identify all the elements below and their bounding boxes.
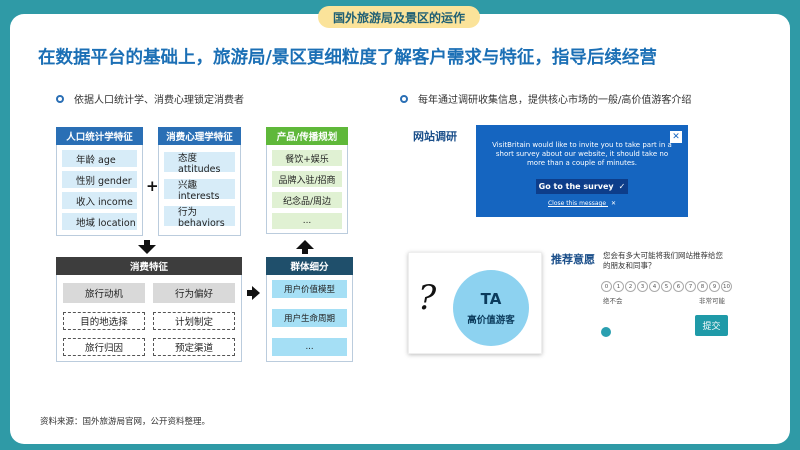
survey-popup: ✕ VisitBritain would like to invite you … — [476, 125, 688, 217]
consumption-item: 计划制定 — [153, 312, 235, 330]
ta-label: TA — [480, 290, 502, 308]
source-note: 资料来源：国外旅游局官网，公开资料整理。 — [40, 417, 211, 427]
arrow-right-icon — [252, 286, 260, 300]
right-bullet-text: 每年通过调研收集信息，提供核心市场的一般/高价值游客介绍 — [418, 95, 692, 106]
demographics-item: 年龄 age — [62, 150, 137, 167]
up-arrow-stem — [302, 249, 308, 254]
segmentation-item: 用户价值模型 — [272, 280, 347, 298]
consumption-title: 消费特征 — [56, 257, 242, 275]
rating-scale: 0 1 2 3 4 5 6 7 8 9 10 — [601, 281, 733, 292]
rating-option[interactable]: 9 — [709, 281, 720, 292]
rating-option[interactable]: 10 — [721, 281, 732, 292]
consumption-item: 旅行动机 — [63, 283, 145, 303]
consumption-item: 行为偏好 — [153, 283, 235, 303]
segmentation-item: ... — [272, 338, 347, 356]
demographics-title: 人口统计学特征 — [56, 127, 143, 145]
left-bullet: 依据人口统计学、消费心理锁定消费者 — [56, 91, 244, 106]
rating-option[interactable]: 1 — [613, 281, 624, 292]
check-icon: ✓ — [618, 182, 626, 191]
rating-option[interactable]: 6 — [673, 281, 684, 292]
rating-option[interactable]: 5 — [661, 281, 672, 292]
left-bullet-text: 依据人口统计学、消费心理锁定消费者 — [74, 95, 244, 106]
scale-low-label: 绝不会 — [603, 297, 623, 305]
submit-button[interactable]: 提交 — [695, 315, 728, 336]
rating-option[interactable]: 3 — [637, 281, 648, 292]
bullet-circle-icon — [400, 94, 408, 103]
rating-option[interactable]: 4 — [649, 281, 660, 292]
segmentation-item: 用户生命周期 — [272, 309, 347, 327]
arrow-up-icon — [296, 240, 314, 249]
rating-option[interactable]: 2 — [625, 281, 636, 292]
psychology-item: 行为 behaviors — [164, 206, 235, 229]
consumption-item: 预定渠道 — [153, 338, 235, 356]
question-mark: ? — [418, 278, 437, 318]
scale-high-label: 非常可能 — [699, 297, 725, 305]
recommend-question: 您会有多大可能将我们网站推荐给您的朋友和同事？ — [603, 251, 723, 270]
psychology-item: 兴趣 interests — [164, 179, 235, 202]
products-title: 产品/传播规划 — [266, 127, 348, 145]
products-item: ... — [272, 213, 342, 229]
demographics-item: 地域 location — [62, 213, 137, 230]
survey-text: VisitBritain would like to invite you to… — [492, 141, 672, 167]
consumption-item: 目的地选择 — [63, 312, 145, 330]
demographics-item: 性别 gender — [62, 171, 137, 188]
bullet-circle-icon — [56, 94, 64, 103]
rating-option[interactable]: 7 — [685, 281, 696, 292]
products-item: 纪念品/周边 — [272, 192, 342, 208]
close-message-label: Close this message — [547, 200, 607, 207]
close-message-link[interactable]: Close this message ✕ — [476, 200, 688, 207]
psychology-item: 态度 attitudes — [164, 152, 235, 175]
plus-sign: + — [146, 177, 159, 195]
logo-icon — [601, 327, 611, 337]
page-title: 在数据平台的基础上，旅游局/景区更细粒度了解客户需求与特征，指导后续经营 — [38, 48, 657, 68]
ta-sublabel: 高价值游客 — [467, 315, 515, 326]
rating-option[interactable]: 0 — [601, 281, 612, 292]
go-to-survey-label: Go to the survey — [538, 182, 614, 191]
right-bullet: 每年通过调研收集信息，提供核心市场的一般/高价值游客介绍 — [400, 91, 691, 106]
close-x-icon: ✕ — [610, 200, 617, 207]
products-item: 品牌入驻/招商 — [272, 171, 342, 187]
rating-option[interactable]: 8 — [697, 281, 708, 292]
ta-circle: TA 高价值游客 — [453, 270, 529, 346]
website-survey-label: 网站调研 — [413, 130, 457, 143]
demographics-item: 收入 income — [62, 192, 137, 209]
consumption-item: 旅行归因 — [63, 338, 145, 356]
products-item: 餐饮+娱乐 — [272, 150, 342, 166]
go-to-survey-button[interactable]: Go to the survey ✓ — [536, 179, 628, 194]
arrow-down-icon — [138, 245, 156, 254]
section-tag: 国外旅游局及景区的运作 — [318, 6, 480, 28]
recommend-label: 推荐意愿 — [551, 253, 595, 266]
psychology-title: 消费心理学特征 — [158, 127, 241, 145]
segmentation-title: 群体细分 — [266, 257, 353, 275]
